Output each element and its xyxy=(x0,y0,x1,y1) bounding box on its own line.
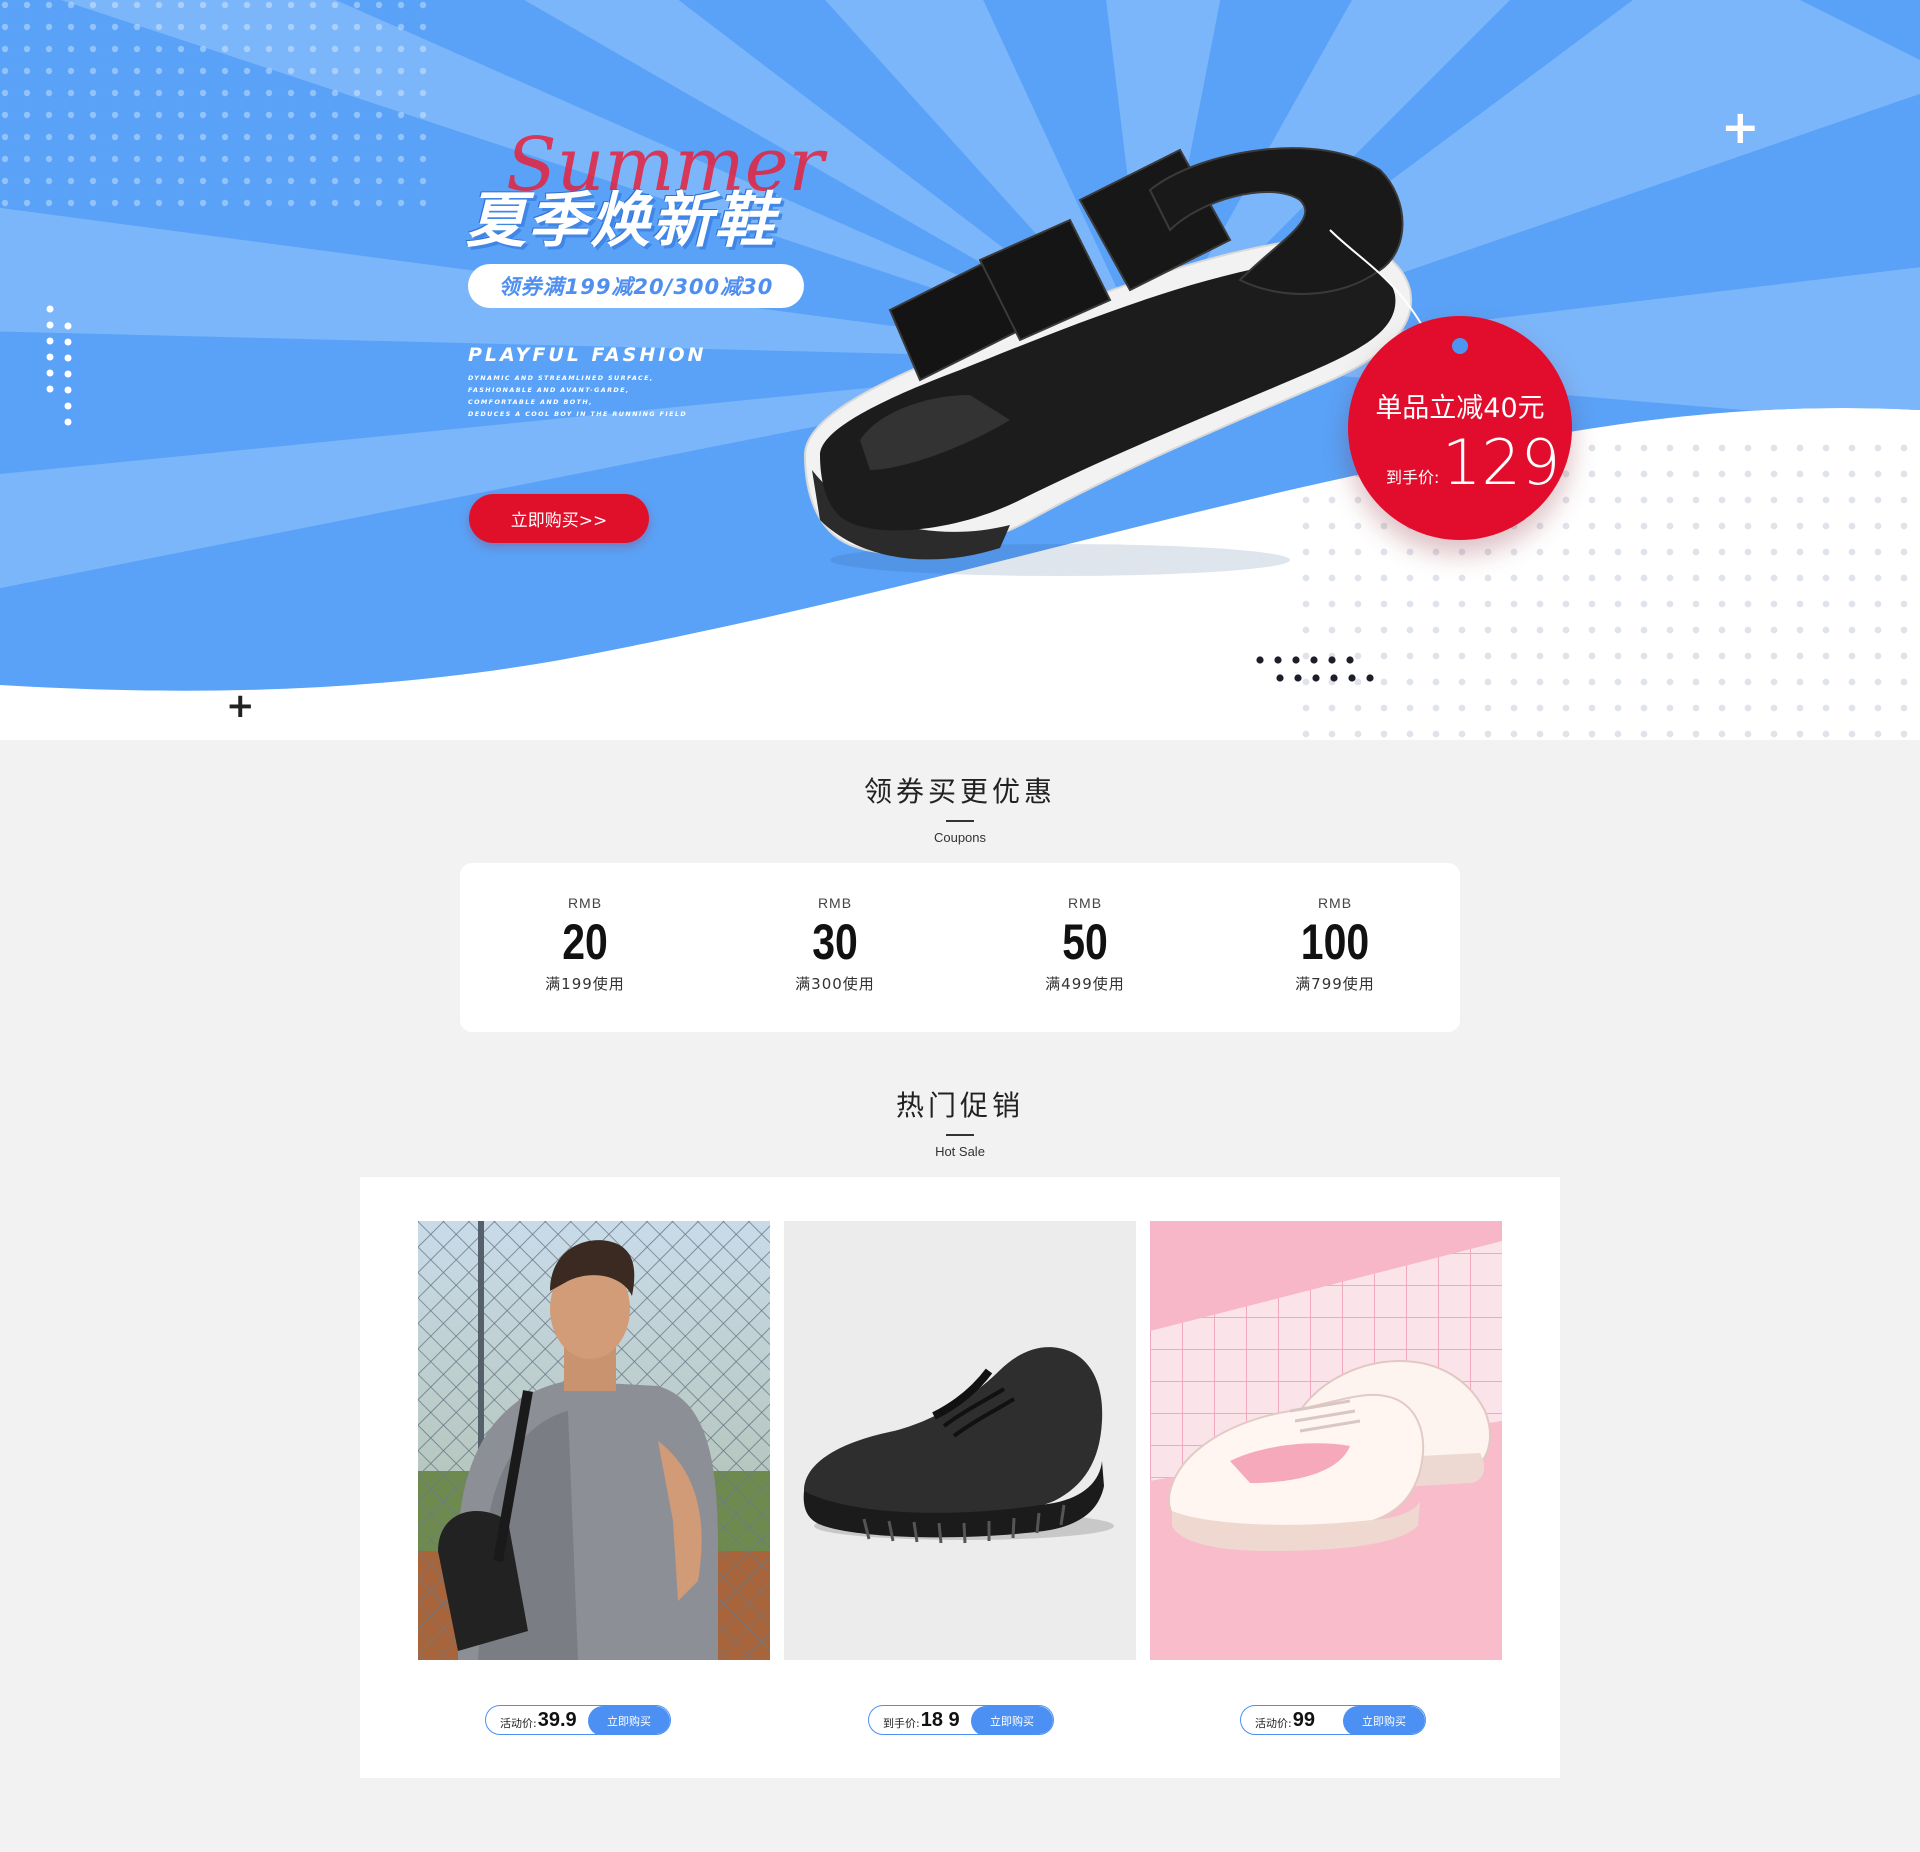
hero-desc-line: COMFORTABLE AND BOTH, xyxy=(468,398,593,406)
tag-price-value: 129 xyxy=(1442,426,1561,499)
buy-now-button[interactable]: 立即购买>> xyxy=(469,494,649,543)
product-buy-button[interactable]: 立即购买 xyxy=(971,1706,1053,1734)
section-subtitle: Hot Sale xyxy=(935,1144,985,1159)
coupon-amount: 20 xyxy=(562,914,608,970)
hero-desc-line: DEDUCES A COOL BOY IN THE RUNNING FIELD xyxy=(468,410,688,418)
price-value: 99 xyxy=(1292,1708,1315,1731)
coupon-amount: 100 xyxy=(1300,914,1370,970)
coupon-condition: 满300使用 xyxy=(795,975,875,993)
coupon-condition: 满199使用 xyxy=(545,975,625,993)
tag-discount-text: 单品立减40元 xyxy=(1375,393,1545,424)
price-tag-badge: 单品立减40元 到手价: 129 xyxy=(1348,316,1572,540)
coupon-amount: 30 xyxy=(812,914,858,970)
hero-title: 夏季焕新鞋 xyxy=(466,186,776,256)
hero-desc-line: FASHIONABLE AND AVANT-GARDE, xyxy=(468,386,630,394)
title-divider xyxy=(946,1134,974,1136)
section-title: 热门促销 xyxy=(895,1089,1024,1122)
coupon-item[interactable]: RMB 100 满799使用 xyxy=(1210,863,1460,1032)
hero-banner: Summer 夏季焕新鞋 领券满199减20/300减30 PLAYFUL FA… xyxy=(0,0,1920,740)
coupons-header: 领券买更优惠 Coupons xyxy=(0,770,1920,845)
tag-price-label: 到手价: xyxy=(1386,468,1440,487)
hero-background xyxy=(0,0,1920,740)
section-subtitle: Coupons xyxy=(933,830,987,845)
coupon-item[interactable]: RMB 30 满300使用 xyxy=(710,863,960,1032)
price-label: 到手价: xyxy=(883,1716,920,1730)
price-label: 活动价: xyxy=(1255,1716,1292,1730)
coupon-currency: RMB xyxy=(1067,895,1103,911)
product-buy-button[interactable]: 立即购买 xyxy=(588,1706,670,1734)
price-label: 活动价: xyxy=(500,1716,537,1730)
price-value: 39.9 xyxy=(537,1708,577,1731)
price-pill: 活动价: 39.9 立即购买 xyxy=(485,1705,671,1735)
price-pill: 活动价: 99 立即购买 xyxy=(1240,1705,1426,1735)
plus-icon: + xyxy=(1721,100,1760,154)
tag-hole xyxy=(1452,338,1468,354)
price-pill: 到手价: 18 9 立即购买 xyxy=(868,1705,1054,1735)
hot-sale-header: 热门促销 Hot Sale xyxy=(0,1084,1920,1159)
hot-sale-panel: 活动价: 39.9 立即购买 到手价: 18 9 立即购买 活动价: 99 立即… xyxy=(360,1177,1560,1778)
coupon-currency: RMB xyxy=(1317,895,1353,911)
section-title: 领券买更优惠 xyxy=(863,775,1056,808)
coupon-currency: RMB xyxy=(567,895,603,911)
product-image-sneaker-black[interactable] xyxy=(784,1221,1136,1660)
coupon-currency: RMB xyxy=(817,895,853,911)
hero-coupon-pill: 领券满199减20/300减30 xyxy=(468,264,804,308)
product-image-tshirt[interactable] xyxy=(418,1221,770,1660)
hero-desc-line: DYNAMIC AND STREAMLINED SURFACE, xyxy=(468,374,654,382)
price-value: 18 9 xyxy=(920,1708,960,1731)
coupon-amount: 50 xyxy=(1062,914,1108,970)
plus-icon: + xyxy=(226,686,255,726)
title-divider xyxy=(946,820,974,822)
product-buy-button[interactable]: 立即购买 xyxy=(1343,1706,1425,1734)
product-image-sneaker-pink[interactable] xyxy=(1150,1221,1502,1660)
coupon-item[interactable]: RMB 20 满199使用 xyxy=(460,863,710,1032)
coupon-condition: 满499使用 xyxy=(1045,975,1125,993)
coupon-panel: RMB 20 满199使用 RMB 30 满300使用 RMB 50 满499使… xyxy=(460,863,1460,1032)
coupon-item[interactable]: RMB 50 满499使用 xyxy=(960,863,1210,1032)
coupon-condition: 满799使用 xyxy=(1295,975,1375,993)
hero-description: DYNAMIC AND STREAMLINED SURFACE, FASHION… xyxy=(468,372,708,420)
hero-title-group: Summer 夏季焕新鞋 xyxy=(466,122,826,256)
hero-subtitle: PLAYFUL FASHION xyxy=(468,344,707,366)
